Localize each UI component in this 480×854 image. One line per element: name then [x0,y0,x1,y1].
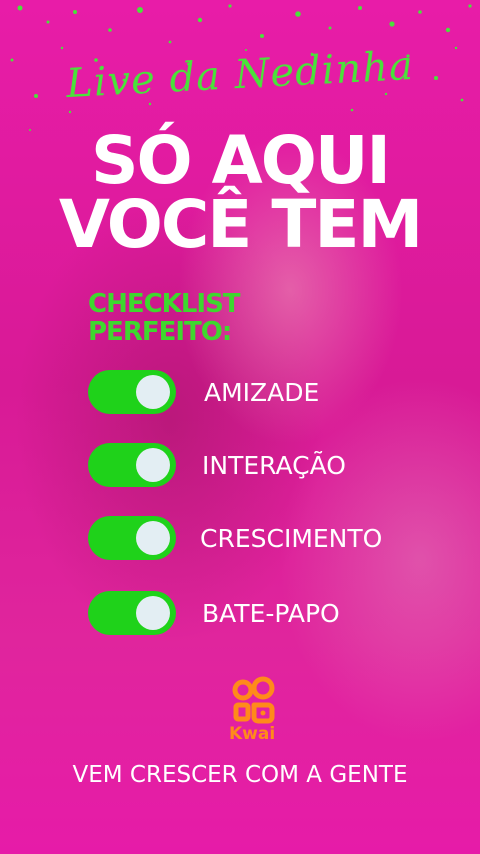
toggle-switch[interactable] [88,591,176,635]
toggle-switch[interactable] [88,516,176,560]
toggle-knob [136,596,170,630]
toggle-knob [136,448,170,482]
checklist-item-amizade: AMIZADE [88,370,448,414]
toggle-knob [136,521,170,555]
checklist-item-label: INTERAÇÃO [202,451,346,480]
checklist-title-line-1: CHECKLIST [88,289,241,319]
checklist-item-label: CRESCIMENTO [200,524,383,553]
checklist-item-label: BATE-PAPO [202,599,340,628]
checklist-title: CHECKLIST PERFEITO: [88,289,241,347]
footer-text: VEM CRESCER COM A GENTE [72,762,408,788]
toggle-knob [136,375,170,409]
checklist-title-line-2: PERFEITO: [88,317,232,347]
checklist-item-bate-papo: BATE-PAPO [88,591,448,635]
kwai-logo-text: Kwai [229,724,276,744]
headline-line-1: SÓ AQUI [91,122,391,199]
checklist-item-label: AMIZADE [204,378,320,407]
headline-line-2: VOCÊ TEM [58,186,423,263]
toggle-switch[interactable] [88,443,176,487]
checklist-item-crescimento: CRESCIMENTO [88,516,448,560]
toggle-switch[interactable] [88,370,176,414]
checklist-item-interacao: INTERAÇÃO [88,443,448,487]
